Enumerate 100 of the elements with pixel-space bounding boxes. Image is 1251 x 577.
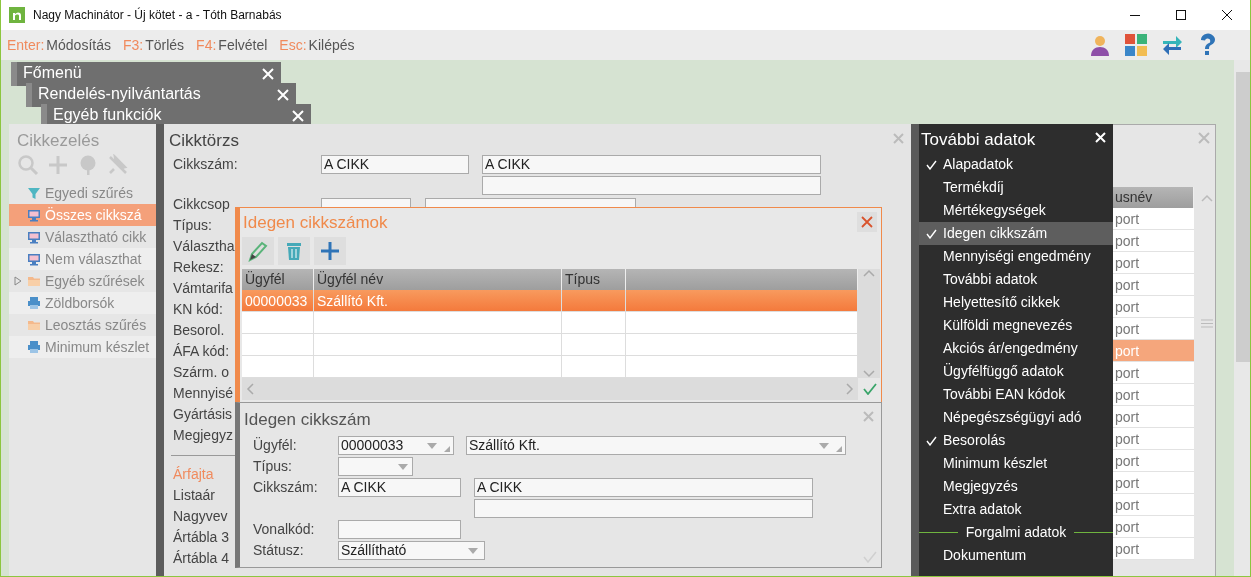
scroll-left-icon[interactable] bbox=[246, 383, 254, 395]
field-label: Vámtarifa bbox=[173, 279, 234, 298]
table-cell bbox=[242, 312, 314, 334]
window-tab[interactable]: Rendelés-nyilvántartás bbox=[26, 83, 296, 107]
app-logo bbox=[9, 7, 25, 23]
column-header[interactable]: Típus bbox=[562, 269, 626, 290]
menu-item[interactable]: Ügyfélfüggő adatok bbox=[919, 360, 1113, 383]
edit-button[interactable] bbox=[242, 237, 274, 265]
column-header[interactable]: Ügyfél név bbox=[314, 269, 562, 290]
sidebar-item[interactable]: Minimum készlet bbox=[9, 336, 156, 358]
input-field[interactable] bbox=[482, 176, 821, 195]
delete-button[interactable] bbox=[278, 237, 310, 265]
window-tab[interactable]: Főmenü bbox=[11, 62, 281, 86]
scroll-up-icon[interactable] bbox=[863, 269, 875, 277]
sidebar-item[interactable]: Választható cikk bbox=[9, 226, 156, 248]
table-cell[interactable]: port bbox=[1112, 428, 1194, 450]
section-heading: Forgalmi adatok bbox=[964, 523, 1068, 542]
dropdown-arrow-icon[interactable] bbox=[819, 443, 829, 449]
input-field[interactable]: A CIKK bbox=[474, 478, 813, 497]
panel-title: Cikkezelés bbox=[16, 130, 101, 152]
column-header[interactable] bbox=[626, 269, 858, 290]
dropdown-arrow-icon[interactable] bbox=[398, 464, 408, 470]
shortcut-button[interactable]: F3:Törlés bbox=[116, 30, 191, 60]
menu-item[interactable]: Extra adatok bbox=[919, 498, 1113, 521]
table-cell[interactable]: port bbox=[1112, 450, 1194, 472]
dropdown-arrow-icon[interactable] bbox=[468, 548, 478, 554]
dropdown-field[interactable]: Szállító Kft. bbox=[466, 436, 846, 455]
scroll-up-icon[interactable] bbox=[1201, 194, 1213, 202]
table-cell[interactable]: port bbox=[1112, 230, 1194, 252]
sidebar-item[interactable]: Zöldborsók bbox=[9, 292, 156, 314]
menu-item[interactable]: Mértékegységek bbox=[919, 199, 1113, 222]
table-cell[interactable]: port bbox=[1112, 472, 1194, 494]
input-field[interactable]: A CIKK bbox=[321, 155, 469, 174]
field-label: Cikkszám: bbox=[173, 155, 239, 174]
table-cell[interactable]: port bbox=[1112, 296, 1194, 318]
dropdown-field[interactable]: Szállítható bbox=[338, 541, 485, 560]
table-cell[interactable]: port bbox=[1112, 538, 1194, 560]
sidebar-item[interactable]: Nem választhat bbox=[9, 248, 156, 270]
column-header[interactable]: usnév bbox=[1112, 187, 1194, 208]
table-cell[interactable]: port bbox=[1112, 384, 1194, 406]
user-icon[interactable] bbox=[1088, 33, 1112, 57]
dropdown-arrow-icon[interactable] bbox=[427, 443, 437, 449]
scroll-down-icon[interactable] bbox=[863, 370, 875, 378]
folder-icon bbox=[27, 274, 41, 288]
scroll-right-icon[interactable] bbox=[846, 383, 854, 395]
table-cell[interactable]: port bbox=[1112, 274, 1194, 296]
menu-item[interactable]: Külföldi megnevezés bbox=[919, 314, 1113, 337]
table-cell[interactable]: port bbox=[1112, 208, 1194, 230]
pin-crossed-icon[interactable] bbox=[107, 154, 129, 176]
swap-arrows-icon[interactable] bbox=[1160, 33, 1184, 57]
dropdown-field[interactable] bbox=[338, 457, 413, 476]
menu-item[interactable]: Termékdíj bbox=[919, 176, 1113, 199]
menu-item[interactable]: További adatok bbox=[919, 268, 1113, 291]
resize-grip-icon bbox=[836, 446, 842, 452]
menu-item[interactable]: Dokumentum bbox=[919, 544, 1113, 567]
field-label: Nagyvev bbox=[173, 507, 229, 526]
menu-item[interactable]: Besorolás bbox=[919, 429, 1113, 452]
tiles-icon[interactable] bbox=[1125, 34, 1147, 56]
field-label: Cikkcsop bbox=[173, 195, 231, 214]
field-label: Listaár bbox=[173, 486, 217, 505]
input-field[interactable] bbox=[474, 499, 813, 518]
input-field[interactable] bbox=[338, 520, 461, 539]
menu-item[interactable]: Helyettesítő cikkek bbox=[919, 291, 1113, 314]
printer-icon bbox=[27, 296, 41, 310]
shortcut-button[interactable]: Enter:Módosítás bbox=[1, 30, 117, 60]
menu-icon[interactable] bbox=[1201, 319, 1213, 328]
field-label: Megjegyz bbox=[173, 426, 234, 445]
help-icon[interactable] bbox=[1199, 33, 1217, 57]
shortcut-button[interactable]: F4:Felvétel bbox=[190, 30, 274, 60]
input-field[interactable]: A CIKK bbox=[482, 155, 821, 174]
close-button[interactable] bbox=[857, 212, 877, 232]
table-cell[interactable]: port bbox=[1112, 406, 1194, 428]
sidebar-item[interactable]: Leosztás szűrés bbox=[9, 314, 156, 336]
shortcut-button[interactable]: Esc:Kilépés bbox=[273, 30, 361, 60]
table-cell[interactable]: port bbox=[1112, 494, 1194, 516]
menu-item[interactable]: Akciós ár/engedmény bbox=[919, 337, 1113, 360]
menu-item[interactable]: Megjegyzés bbox=[919, 475, 1113, 498]
sidebar-item[interactable]: Egyéb szűrések bbox=[9, 270, 156, 292]
menu-item[interactable]: Minimum készlet bbox=[919, 452, 1113, 475]
folder-icon bbox=[27, 318, 41, 332]
sidebar-item[interactable]: Egyedi szűrés bbox=[9, 182, 156, 204]
menu-item[interactable]: További EAN kódok bbox=[919, 383, 1113, 406]
search-icon[interactable] bbox=[17, 154, 39, 176]
scrollbar[interactable] bbox=[1234, 60, 1250, 576]
menu-item[interactable]: Mennyiségi engedmény bbox=[919, 245, 1113, 268]
dropdown-field[interactable]: 00000033 bbox=[338, 436, 454, 455]
confirm-icon[interactable] bbox=[863, 383, 877, 395]
menu-item[interactable]: Alapadatok bbox=[919, 153, 1113, 176]
table-cell[interactable]: port bbox=[1112, 362, 1194, 384]
table-cell[interactable]: port bbox=[1112, 252, 1194, 274]
input-field[interactable]: A CIKK bbox=[338, 478, 461, 497]
expand-icon[interactable] bbox=[13, 276, 23, 286]
menu-item[interactable]: Idegen cikkszám bbox=[919, 222, 1113, 245]
add-button[interactable] bbox=[314, 237, 346, 265]
plus-icon[interactable] bbox=[47, 154, 69, 176]
table-cell[interactable]: port bbox=[1112, 318, 1194, 340]
column-header[interactable]: Ügyfél bbox=[242, 269, 314, 290]
menu-title: További adatok bbox=[921, 129, 1036, 151]
table-cell[interactable]: port bbox=[1112, 516, 1194, 538]
menu-item[interactable]: Népegészségügyi adó bbox=[919, 406, 1113, 429]
